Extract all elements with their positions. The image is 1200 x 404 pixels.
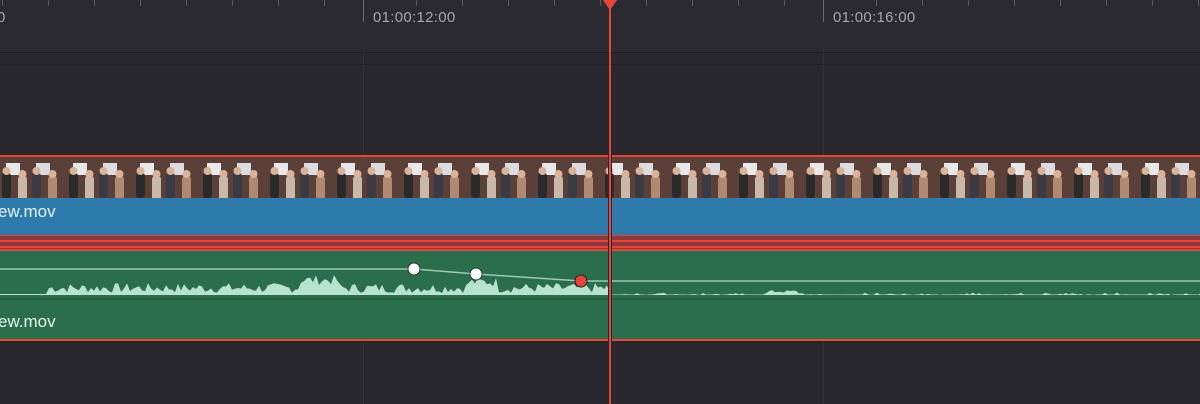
ruler-tick xyxy=(416,0,417,6)
ruler-tick xyxy=(232,0,233,6)
ruler-tick xyxy=(1014,0,1015,6)
selection-border xyxy=(0,246,1200,248)
audio-clip[interactable]: ew.mov xyxy=(0,249,1200,341)
timecode-label-1: 01:00:12:00 xyxy=(373,9,456,26)
ruler-tick xyxy=(94,0,95,6)
ruler-tick xyxy=(278,0,279,6)
timecode-label-0: 0 xyxy=(0,9,6,26)
thumbnail-frame xyxy=(1003,157,1070,198)
ruler-tick xyxy=(462,0,463,6)
ruler-tick xyxy=(1198,0,1199,6)
selection-border xyxy=(0,240,1200,242)
keyframe-handle[interactable] xyxy=(407,262,421,276)
ruler-tick xyxy=(823,0,824,22)
ruler-tick xyxy=(186,0,187,6)
video-clip-name: ew.mov xyxy=(0,202,56,221)
keyframe-handle[interactable] xyxy=(469,267,483,281)
thumbnail-frame xyxy=(400,157,467,198)
thumbnail-frame xyxy=(467,157,534,198)
ruler-tick xyxy=(922,0,923,6)
ruler-tick xyxy=(646,0,647,6)
ruler-tick xyxy=(784,0,785,6)
ruler-tick xyxy=(1060,0,1061,6)
audio-waveform xyxy=(0,262,1200,300)
thumbnail-frame xyxy=(1070,157,1137,198)
volume-curve[interactable] xyxy=(0,268,1200,282)
audio-clip-name: ew.mov xyxy=(0,312,56,331)
timecode-label-2: 01:00:16:00 xyxy=(833,9,916,26)
ruler-tick xyxy=(554,0,555,6)
thumbnail-frame xyxy=(1137,157,1200,198)
thumbnail-frame xyxy=(65,157,132,198)
ruler-tick xyxy=(324,0,325,6)
ruler-tick xyxy=(2,0,3,6)
ruler-tick xyxy=(508,0,509,6)
thumbnail-frame xyxy=(869,157,936,198)
playhead-marker-icon[interactable] xyxy=(600,0,620,10)
playhead-line[interactable] xyxy=(609,0,611,404)
ruler-tick xyxy=(140,0,141,6)
thumbnail-frame xyxy=(936,157,1003,198)
video-clip[interactable]: ew.mov xyxy=(0,155,1200,237)
ruler-tick xyxy=(738,0,739,6)
ruler-tick xyxy=(692,0,693,6)
thumbnail-frame xyxy=(333,157,400,198)
thumbnail-frame xyxy=(266,157,333,198)
keyframe-handle-selected[interactable] xyxy=(574,274,588,288)
thumbnail-frame xyxy=(668,157,735,198)
ruler-tick xyxy=(876,0,877,6)
ruler-tick xyxy=(363,0,364,22)
track-separator xyxy=(0,64,1200,65)
thumbnail-frame xyxy=(132,157,199,198)
ruler-tick xyxy=(48,0,49,6)
thumbnail-frame xyxy=(534,157,601,198)
thumbnail-frame xyxy=(735,157,802,198)
ruler-tick xyxy=(1152,0,1153,6)
thumbnail-frame xyxy=(0,157,65,198)
video-thumbnail-strip xyxy=(0,157,1200,198)
video-thumbnails xyxy=(0,157,1200,198)
thumbnail-frame xyxy=(199,157,266,198)
ruler-tick xyxy=(1106,0,1107,6)
thumbnail-frame xyxy=(802,157,869,198)
ruler-tick xyxy=(968,0,969,6)
